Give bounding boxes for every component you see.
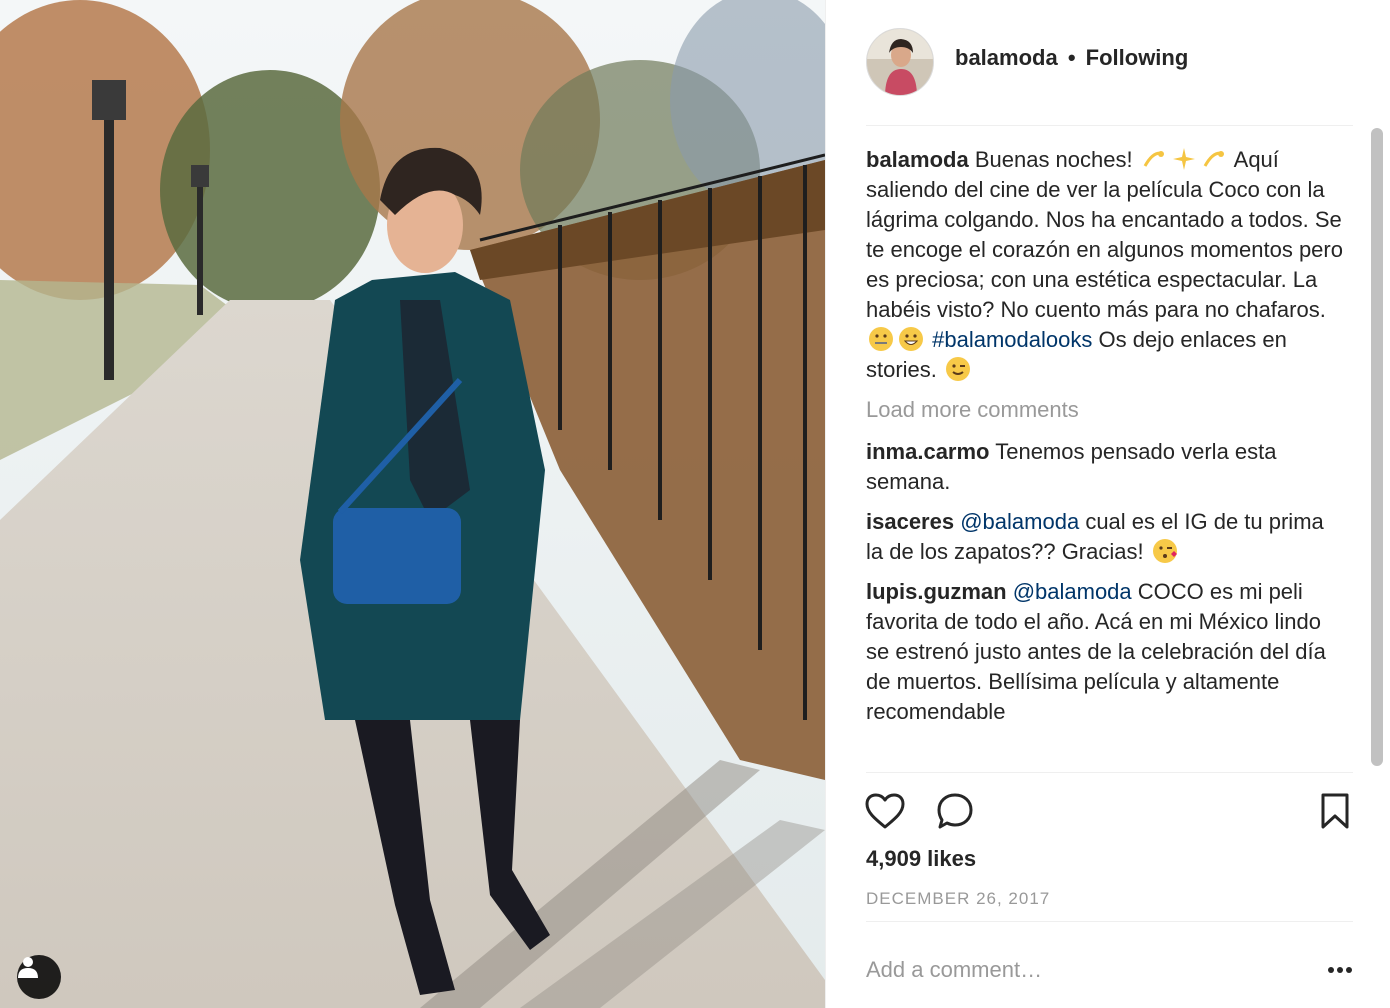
dizzy-emoji-icon <box>1203 151 1224 167</box>
post-details-panel: balamoda • Following balamoda Buenas noc… <box>825 0 1390 1008</box>
add-comment-divider <box>866 921 1353 922</box>
ellipsis-icon <box>1328 967 1352 973</box>
zipper-mouth-emoji-icon <box>869 327 893 351</box>
post-date[interactable]: DECEMBER 26, 2017 <box>866 889 1050 909</box>
like-button[interactable] <box>862 788 908 834</box>
caption-body: Aquí saliendo del cine de ver la películ… <box>866 147 1343 322</box>
mention-link[interactable]: @balamoda <box>960 509 1079 534</box>
comments-list[interactable]: balamoda Buenas noches! Aquí saliendo de… <box>866 145 1346 770</box>
dizzy-emoji-icon <box>1143 151 1164 167</box>
comment-item: isaceres @balamoda cual es el IG de tu p… <box>866 507 1346 567</box>
post-header: balamoda • Following <box>826 0 1390 126</box>
comment-item: inma.carmo Tenemos pensado verla esta se… <box>866 437 1346 497</box>
header-title: balamoda • Following <box>955 45 1188 71</box>
avatar-image <box>867 29 933 95</box>
add-comment-input[interactable] <box>866 950 1286 990</box>
post-photo[interactable] <box>0 0 825 1008</box>
load-more-comments-button[interactable]: Load more comments <box>866 395 1346 425</box>
heart-outline-icon <box>865 793 905 829</box>
tagged-people-button[interactable] <box>17 955 61 999</box>
person-icon <box>18 957 38 978</box>
more-options-button[interactable] <box>1322 955 1358 985</box>
post-actions <box>862 788 1358 838</box>
comments-scrollbar[interactable] <box>1369 128 1385 768</box>
save-button[interactable] <box>1312 788 1358 834</box>
header-divider <box>866 125 1353 126</box>
bookmark-icon <box>1321 793 1349 829</box>
post-caption: balamoda Buenas noches! Aquí saliendo de… <box>866 145 1346 385</box>
avatar[interactable] <box>866 28 934 96</box>
sparkles-emoji-icon <box>1172 148 1195 170</box>
photo-illustration <box>0 0 825 1008</box>
comment-button[interactable] <box>932 788 978 834</box>
grinning-emoji-icon <box>899 327 923 351</box>
kissing-heart-emoji-icon <box>1152 539 1177 563</box>
hashtag-link[interactable]: #balamodalooks <box>932 327 1092 352</box>
winking-emoji-icon <box>946 357 971 381</box>
comment-username[interactable]: isaceres <box>866 509 954 534</box>
speech-bubble-icon <box>937 793 973 829</box>
comment-username[interactable]: inma.carmo <box>866 439 990 464</box>
comments-divider <box>866 772 1353 773</box>
caption-username[interactable]: balamoda <box>866 147 969 172</box>
mention-link[interactable]: @balamoda <box>1013 579 1132 604</box>
scrollbar-thumb[interactable] <box>1371 128 1383 766</box>
following-button[interactable]: Following <box>1086 45 1189 70</box>
likes-count[interactable]: 4,909 likes <box>866 846 976 872</box>
caption-text: Buenas noches! <box>974 147 1133 172</box>
header-username[interactable]: balamoda <box>955 45 1058 70</box>
comment-username[interactable]: lupis.guzman <box>866 579 1007 604</box>
header-separator: • <box>1067 45 1076 70</box>
comment-item: lupis.guzman @balamoda COCO es mi peli f… <box>866 577 1346 727</box>
